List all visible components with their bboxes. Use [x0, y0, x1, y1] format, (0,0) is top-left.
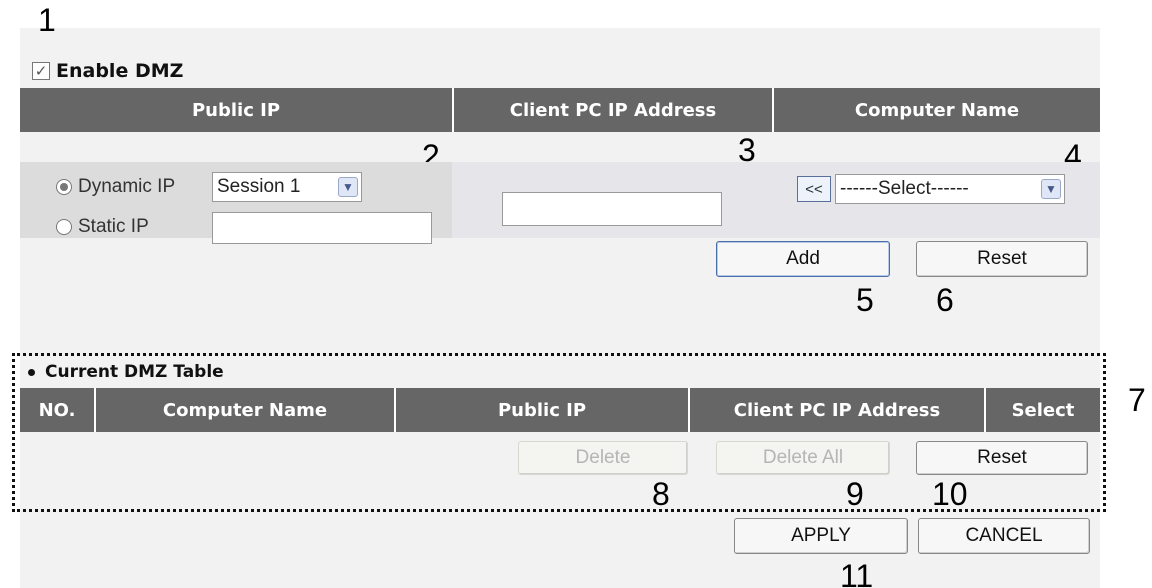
header-divider — [984, 388, 986, 432]
current-dmz-table-title: Current DMZ Table — [28, 362, 224, 382]
computer-name-select[interactable]: ------Select------ ▼ — [835, 174, 1065, 204]
dmz-header-client-pc-ip: Client PC IP Address — [733, 399, 941, 421]
dmz-header-select: Select — [1011, 399, 1075, 421]
callout-6: 6 — [936, 282, 954, 318]
cancel-button[interactable]: CANCEL — [918, 518, 1090, 554]
reset-button[interactable]: Reset — [916, 241, 1088, 277]
static-ip-label: Static IP — [78, 216, 149, 237]
header-public-ip: Public IP — [191, 99, 281, 121]
callout-5: 5 — [856, 282, 874, 318]
dmz-header-public-ip: Public IP — [497, 399, 587, 421]
header-computer-name: Computer Name — [854, 99, 1020, 121]
dynamic-ip-option[interactable]: Dynamic IP — [56, 176, 175, 198]
client-pc-ip-input[interactable] — [502, 192, 722, 226]
chevron-down-icon: ▼ — [1041, 179, 1061, 199]
enable-dmz-label: Enable DMZ — [56, 60, 184, 82]
enable-dmz-checkbox[interactable]: ✓ — [32, 62, 50, 80]
delete-button[interactable]: Delete — [518, 441, 688, 475]
apply-button[interactable]: APPLY — [734, 518, 908, 554]
reset-table-button[interactable]: Reset — [916, 441, 1088, 475]
session-select[interactable]: Session 1 ▼ — [212, 172, 362, 202]
dmz-header-no: NO. — [38, 399, 76, 421]
static-ip-radio[interactable] — [56, 219, 72, 235]
current-dmz-table-title-text: Current DMZ Table — [45, 362, 224, 382]
header-divider — [688, 388, 690, 432]
dynamic-ip-radio[interactable] — [56, 179, 72, 195]
callout-7: 7 — [1128, 382, 1146, 418]
static-ip-input[interactable] — [212, 212, 432, 244]
header-divider — [452, 88, 454, 132]
static-ip-option[interactable]: Static IP — [56, 216, 149, 238]
header-divider — [772, 88, 774, 132]
callout-1: 1 — [38, 2, 56, 38]
header-divider — [394, 388, 396, 432]
header-client-pc-ip: Client PC IP Address — [509, 99, 717, 121]
enable-dmz-row[interactable]: ✓ Enable DMZ — [32, 60, 183, 82]
callout-11: 11 — [840, 558, 874, 588]
dmz-header-computer-name: Computer Name — [162, 399, 328, 421]
add-button[interactable]: Add — [716, 241, 890, 277]
chevron-down-icon: ▼ — [338, 177, 358, 197]
dynamic-ip-label: Dynamic IP — [78, 176, 176, 197]
session-select-value: Session 1 — [217, 176, 301, 197]
header-divider — [94, 388, 96, 432]
bullet-icon — [28, 368, 35, 376]
copy-computer-ip-button[interactable]: << — [797, 176, 831, 202]
delete-all-button[interactable]: Delete All — [716, 441, 890, 475]
computer-name-select-value: ------Select------ — [840, 178, 969, 199]
